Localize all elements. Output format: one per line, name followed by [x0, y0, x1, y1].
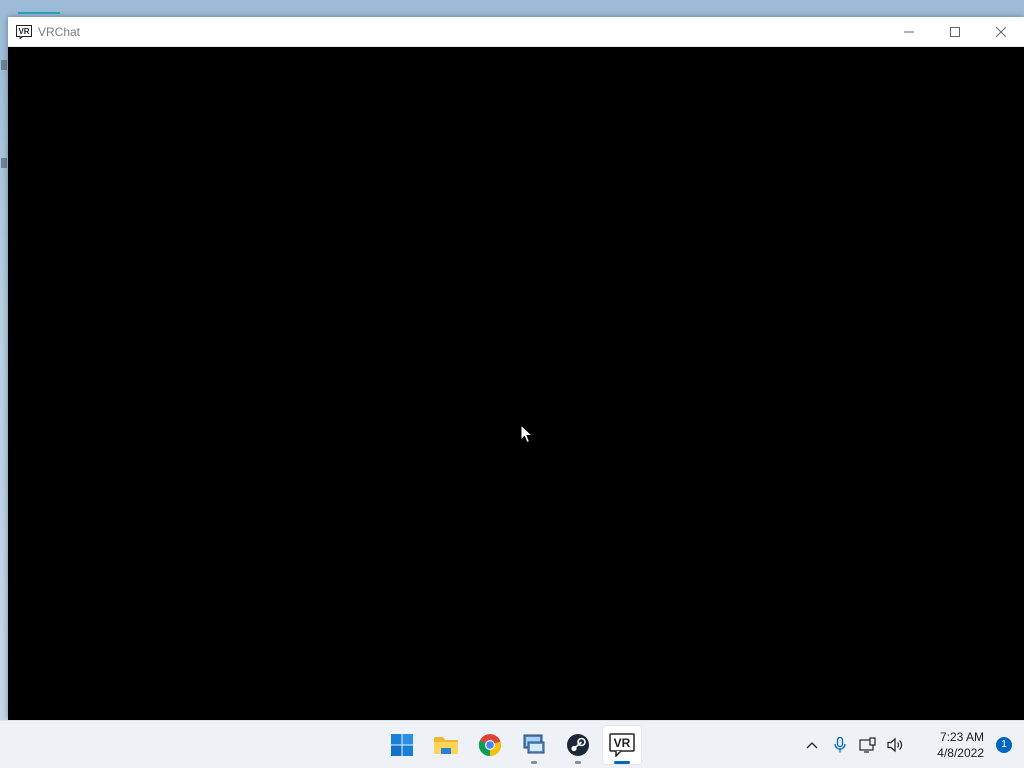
chevron-up-icon	[806, 742, 818, 749]
svg-text:VR: VR	[18, 27, 29, 36]
close-button[interactable]	[978, 17, 1024, 47]
minimize-icon	[904, 31, 914, 32]
active-indicator	[614, 761, 630, 764]
network-icon	[859, 737, 876, 753]
system-tray: 7:23 AM 4/8/2022 1	[798, 721, 1024, 768]
running-indicator	[575, 761, 581, 764]
steam-icon	[567, 734, 589, 756]
folder-icon	[434, 737, 458, 754]
clock[interactable]: 7:23 AM 4/8/2022	[914, 729, 984, 761]
minimize-button[interactable]	[886, 17, 932, 47]
window-title: VRChat	[38, 24, 81, 39]
taskbar-steam[interactable]	[558, 725, 598, 765]
caption-controls	[886, 17, 1024, 47]
clock-time: 7:23 AM	[939, 730, 984, 744]
speaker-icon	[887, 737, 903, 753]
taskbar-apps: VR	[380, 721, 644, 768]
notification-badge[interactable]: 1	[996, 737, 1012, 753]
taskbar-vrchat[interactable]: VR	[602, 725, 642, 765]
close-icon	[996, 26, 1006, 37]
game-viewport[interactable]	[8, 47, 1024, 720]
windows-logo-icon	[391, 734, 413, 756]
running-indicator	[531, 761, 537, 764]
desktop: VR VRChat VR 7:23 AM 4/8/2022 1	[0, 0, 1024, 768]
maximize-button[interactable]	[932, 17, 978, 47]
window-titlebar[interactable]: VR VRChat	[8, 17, 1024, 47]
chrome-icon	[478, 734, 502, 757]
taskbar-chrome[interactable]	[470, 725, 510, 765]
vrchat-window[interactable]: VR VRChat	[8, 17, 1024, 720]
maximize-icon	[950, 26, 960, 37]
svg-text:VR: VR	[614, 736, 631, 750]
microphone-button[interactable]	[826, 731, 854, 759]
computer-icon	[523, 734, 545, 754]
desktop-icon-fragment	[1, 60, 7, 70]
taskbar-file-explorer[interactable]	[426, 725, 466, 765]
start-button[interactable]	[382, 725, 422, 765]
show-hidden-icons-button[interactable]	[798, 731, 826, 759]
vrchat-icon: VR	[609, 733, 635, 757]
mouse-cursor-icon	[520, 424, 534, 444]
taskbar: VR 7:23 AM 4/8/2022 1	[0, 720, 1024, 768]
clock-date: 4/8/2022	[937, 746, 984, 760]
taskbar-remote-desktop[interactable]	[514, 725, 554, 765]
vrchat-app-icon: VR	[16, 24, 32, 39]
microphone-icon	[834, 737, 846, 753]
network-button[interactable]	[854, 731, 882, 759]
desktop-icon-fragment	[1, 158, 7, 168]
volume-button[interactable]	[882, 731, 910, 759]
